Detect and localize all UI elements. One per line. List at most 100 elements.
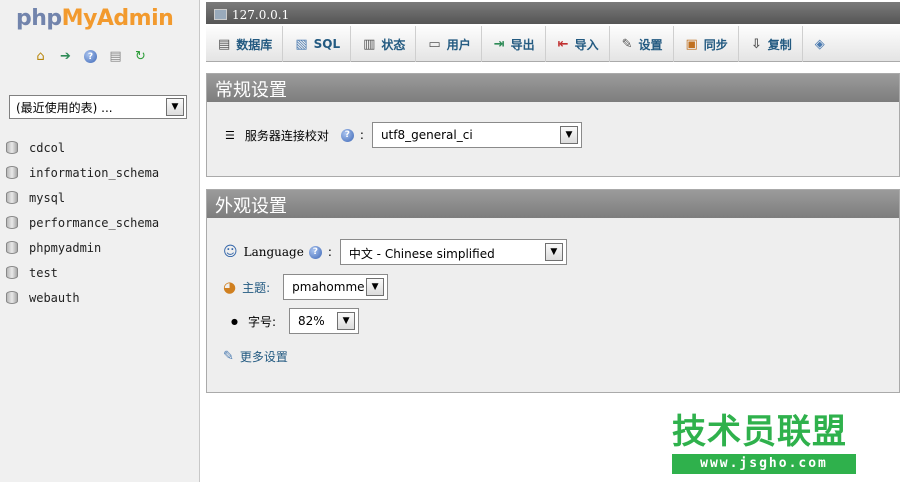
list-icon: ☰: [225, 128, 235, 142]
database-name: performance_schema: [29, 215, 160, 230]
status-icon: ▥: [363, 36, 376, 52]
fontsize-label: 字号:: [247, 314, 277, 329]
database-icon: [6, 191, 18, 204]
home-icon[interactable]: ⌂: [32, 48, 49, 65]
navigation-sidebar: phpMyAdmin ⌂ ➔ ? ▤ ↻ (最近使用的表) ... ▼ cdco…: [0, 0, 200, 482]
tab-label: SQL: [313, 37, 341, 51]
panel-title: 常规设置: [207, 74, 899, 102]
tab-databases[interactable]: ▤ 数据库: [206, 26, 284, 62]
fontsize-value: 82%: [298, 314, 325, 328]
chevron-down-icon: ▼: [544, 243, 563, 261]
recent-tables-select[interactable]: (最近使用的表) ... ▼: [9, 95, 187, 119]
database-icon: [6, 166, 18, 179]
tab-sync[interactable]: ▣ 同步: [674, 26, 739, 62]
tab-import[interactable]: ⇤ 导入: [546, 26, 610, 62]
database-item[interactable]: cdcol: [6, 135, 159, 160]
tab-settings[interactable]: ✎ 设置: [610, 26, 674, 62]
database-name: information_schema: [29, 165, 160, 180]
database-item[interactable]: phpmyadmin: [6, 235, 159, 260]
tab-label: 复制: [767, 37, 792, 52]
export-icon: ⇥: [493, 36, 505, 52]
main-content: 127.0.0.1 ▤ 数据库 ▧ SQL ▥ 状态 ▭ 用户 ⇥ 导出 ⇤ 导入 ✎ 设置 …: [206, 0, 900, 482]
chevron-down-icon: ▼: [366, 278, 385, 296]
more-settings-link[interactable]: 更多设置: [240, 348, 288, 365]
replication-icon: ⇩: [750, 36, 762, 52]
chevron-down-icon: ▼: [337, 312, 356, 330]
collation-value: utf8_general_ci: [380, 128, 473, 142]
database-icon: ▤: [218, 36, 231, 52]
database-item[interactable]: information_schema: [6, 160, 159, 185]
tab-sql[interactable]: ▧ SQL: [283, 26, 352, 62]
database-name: webauth: [29, 290, 80, 305]
appearance-settings-panel: 外观设置 ☺ Language ? : 中文 - Chinese simplif…: [206, 189, 900, 393]
help-icon[interactable]: ?: [340, 128, 354, 142]
tab-label: 用户: [446, 37, 471, 52]
database-icon: [6, 241, 18, 254]
phpmyadmin-logo[interactable]: phpMyAdmin: [16, 6, 174, 31]
colon-text: :: [327, 245, 332, 259]
tab-export[interactable]: ⇥ 导出: [482, 26, 546, 62]
logo-php-text: php: [16, 6, 62, 31]
collation-row: ☰ 服务器连接校对 ? : utf8_general_ci ▼: [225, 122, 582, 148]
bullet-icon: ●: [231, 316, 238, 326]
database-name: cdcol: [29, 140, 66, 155]
help-icon[interactable]: ?: [308, 245, 322, 259]
tab-label: 同步: [703, 37, 728, 52]
watermark-url: www.jsgho.com: [672, 454, 856, 474]
panel-title: 外观设置: [207, 190, 899, 218]
server-host: 127.0.0.1: [232, 7, 290, 22]
database-icon: [6, 291, 18, 304]
reload-icon[interactable]: ↻: [132, 48, 149, 65]
database-list: cdcol information_schema mysql performan…: [6, 135, 159, 310]
database-name: mysql: [29, 190, 66, 205]
theme-value: pmahomme: [292, 280, 365, 294]
help-icon[interactable]: ?: [82, 48, 99, 65]
tab-replication[interactable]: ⇩ 复制: [739, 26, 803, 62]
chevron-down-icon: ▼: [166, 98, 184, 116]
tab-label: 导出: [510, 37, 535, 52]
help-circle-icon: ?: [84, 50, 97, 63]
tab-status[interactable]: ▥ 状态: [351, 26, 417, 62]
database-icon: [6, 266, 18, 279]
sql-icon: ▧: [295, 36, 308, 52]
tab-users[interactable]: ▭ 用户: [416, 26, 482, 62]
more-icon: ◈: [814, 36, 825, 52]
logo-myadmin-text: MyAdmin: [61, 6, 174, 31]
app-root: phpMyAdmin ⌂ ➔ ? ▤ ↻ (最近使用的表) ... ▼ cdco…: [0, 0, 900, 482]
database-icon: [6, 141, 18, 154]
watermark-title: 技术员联盟: [672, 412, 847, 452]
database-item[interactable]: webauth: [6, 285, 159, 310]
watermark-logo: 技术员联盟 www.jsgho.com: [672, 412, 856, 474]
database-item[interactable]: mysql: [6, 185, 159, 210]
collation-label: 服务器连接校对: [244, 128, 329, 143]
tab-label: 导入: [574, 37, 599, 52]
fontsize-row: ● 字号: 82% ▼: [231, 308, 360, 334]
quick-icons: ⌂ ➔ ? ▤ ↻: [32, 48, 149, 65]
collation-select[interactable]: utf8_general_ci ▼: [371, 122, 582, 148]
database-icon: [6, 216, 18, 229]
tab-label: 数据库: [236, 37, 273, 52]
more-settings-row: ✎ 更多设置: [223, 348, 288, 365]
tab-more[interactable]: ◈: [803, 26, 841, 62]
database-item[interactable]: test: [6, 260, 159, 285]
recent-tables-value: (最近使用的表) ...: [16, 101, 113, 115]
language-label: Language: [243, 245, 304, 259]
language-value: 中文 - Chinese simplified: [348, 247, 495, 261]
tab-label: 设置: [638, 37, 663, 52]
fontsize-select[interactable]: 82% ▼: [289, 308, 360, 334]
server-breadcrumb[interactable]: 127.0.0.1: [206, 2, 900, 24]
theme-row: ◕ 主题: pmahomme ▼: [223, 274, 389, 300]
docs-icon[interactable]: ▤: [107, 48, 124, 65]
language-select[interactable]: 中文 - Chinese simplified ▼: [339, 239, 567, 265]
database-item[interactable]: performance_schema: [6, 210, 159, 235]
colon-text: :: [359, 128, 364, 142]
theme-link[interactable]: 主题:: [242, 279, 270, 296]
language-row: ☺ Language ? : 中文 - Chinese simplified ▼: [223, 239, 567, 265]
settings-icon: ✎: [621, 36, 633, 52]
database-name: phpmyadmin: [29, 240, 102, 255]
database-name: test: [29, 265, 58, 280]
server-icon: [214, 9, 227, 20]
theme-select[interactable]: pmahomme ▼: [283, 274, 389, 300]
exit-icon[interactable]: ➔: [57, 48, 74, 65]
general-settings-panel: 常规设置 ☰ 服务器连接校对 ? : utf8_general_ci ▼: [206, 73, 900, 177]
